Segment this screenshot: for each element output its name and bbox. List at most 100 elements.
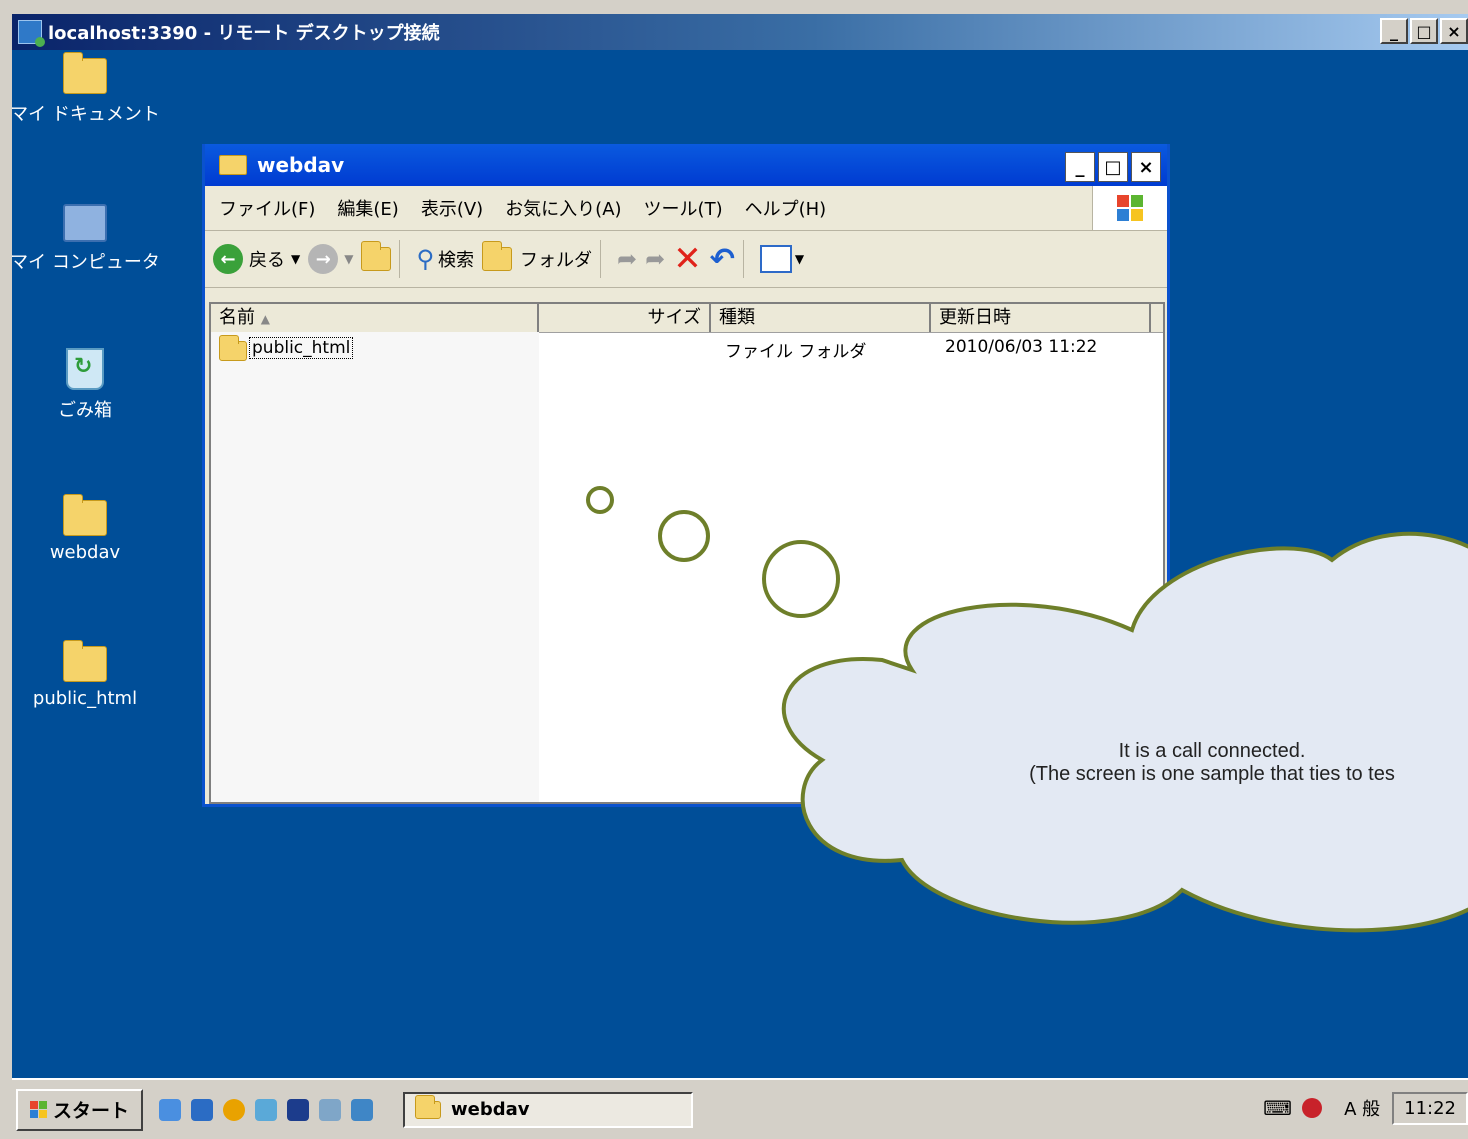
- computer-icon: [63, 204, 107, 242]
- column-header-name[interactable]: 名前 ▲: [211, 304, 539, 332]
- desktop-icon-label: ごみ箱: [58, 400, 112, 421]
- desktop-icon-label: public_html: [32, 688, 138, 709]
- taskbar: スタート webdav ⌨ A 般 11:22: [12, 1078, 1468, 1139]
- thought-bubble-small: [586, 486, 614, 514]
- rdp-title-text: localhost:3390 - リモート デスクトップ接続: [48, 23, 440, 44]
- network-icon[interactable]: [1302, 1098, 1323, 1118]
- desktop: マイ ドキュメント マイ コンピュータ ごみ箱 webdav public_ht…: [12, 50, 1468, 1078]
- explorer-close-button[interactable]: ×: [1131, 152, 1161, 182]
- folders-button[interactable]: フォルダ: [482, 241, 593, 272]
- folder-icon: [63, 640, 107, 682]
- toolbar: ← 戻る ▼ → ▼ ⚲ 検索 フォルダ ➦ ➦ ✕ ↶ ▼: [205, 231, 1167, 288]
- folder-icon: [219, 335, 247, 361]
- explorer-title-text: webdav: [257, 153, 345, 177]
- toolbar-separator: [399, 240, 401, 278]
- row-modified: 2010/06/03 11:22: [945, 337, 1098, 357]
- search-icon: ⚲: [416, 245, 435, 273]
- folders-button-label: フォルダ: [520, 250, 593, 271]
- desktop-icon-my-documents[interactable]: マイ ドキュメント: [12, 52, 160, 126]
- rdp-app-icon: [18, 20, 45, 47]
- desktop-icon-my-computer[interactable]: マイ コンピュータ: [12, 204, 160, 274]
- forward-arrow-icon: →: [308, 244, 339, 274]
- documents-folder-icon: [63, 52, 107, 94]
- start-button[interactable]: スタート: [16, 1088, 144, 1131]
- menu-view[interactable]: 表示(V): [421, 195, 483, 221]
- rdp-minimize-button[interactable]: _: [1380, 18, 1408, 44]
- undo-button[interactable]: ↶: [710, 242, 735, 277]
- column-header-size[interactable]: サイズ: [539, 304, 711, 332]
- quicklaunch-outlook-icon[interactable]: [287, 1098, 310, 1121]
- start-button-label: スタート: [53, 1100, 130, 1122]
- forward-button[interactable]: → ▼: [308, 244, 353, 274]
- copy-to-button[interactable]: ➦: [645, 245, 665, 273]
- copy-to-icon: ➦: [645, 245, 666, 273]
- folder-icon: [219, 155, 247, 175]
- explorer-title-bar[interactable]: webdav _ □ ×: [205, 144, 1167, 186]
- quicklaunch-app-icon[interactable]: [191, 1098, 214, 1121]
- explorer-maximize-button[interactable]: □: [1098, 152, 1128, 182]
- menu-tools[interactable]: ツール(T): [644, 195, 723, 221]
- folder-icon: [415, 1094, 442, 1119]
- explorer-minimize-button[interactable]: _: [1065, 152, 1095, 182]
- quicklaunch-ie-icon[interactable]: [159, 1098, 182, 1121]
- row-name: public_html: [249, 337, 354, 359]
- name-column-shading: [211, 332, 539, 802]
- folder-up-icon: [361, 241, 392, 271]
- rdp-title-bar[interactable]: localhost:3390 - リモート デスクトップ接続 _ □ ×: [12, 14, 1468, 50]
- search-button-label: 検索: [438, 250, 475, 271]
- quicklaunch-browser-icon[interactable]: [223, 1098, 246, 1121]
- up-folder-button[interactable]: [361, 241, 392, 271]
- back-button[interactable]: ← 戻る ▼: [213, 244, 300, 274]
- windows-logo-icon: [1092, 186, 1167, 230]
- delete-icon: ✕: [673, 239, 702, 279]
- menu-favorites[interactable]: お気に入り(A): [505, 195, 621, 221]
- list-header: 名前 ▲ サイズ 種類 更新日時: [211, 304, 1163, 333]
- column-header-modified[interactable]: 更新日時: [931, 304, 1151, 332]
- menu-help[interactable]: ヘルプ(H): [745, 195, 827, 221]
- toolbar-separator: [600, 240, 602, 278]
- rdp-close-button[interactable]: ×: [1440, 18, 1468, 44]
- keyboard-icon[interactable]: ⌨: [1263, 1096, 1292, 1120]
- sort-ascending-icon: ▲: [260, 312, 270, 326]
- callout-text: It is a call connected. (The screen is o…: [912, 740, 1468, 786]
- back-button-label: 戻る: [249, 250, 285, 271]
- system-tray: ⌨ A 般 11:22: [1263, 1088, 1468, 1128]
- chevron-down-icon: ▼: [344, 252, 354, 266]
- table-row[interactable]: public_html ファイル フォルダ 2010/06/03 11:22: [211, 333, 1163, 363]
- rdp-window: localhost:3390 - リモート デスクトップ接続 _ □ × マイ …: [0, 0, 1468, 1139]
- ime-indicator[interactable]: A 般: [1344, 1095, 1380, 1121]
- toolbar-separator: [742, 240, 744, 278]
- menu-file[interactable]: ファイル(F): [219, 195, 315, 221]
- folders-icon: [482, 241, 513, 271]
- move-to-button[interactable]: ➦: [617, 245, 637, 273]
- quicklaunch-tool-icon[interactable]: [351, 1098, 374, 1121]
- menu-bar: ファイル(F) 編集(E) 表示(V) お気に入り(A) ツール(T) ヘルプ(…: [205, 186, 1167, 231]
- recycle-bin-icon: [66, 348, 104, 390]
- menu-edit[interactable]: 編集(E): [337, 195, 398, 221]
- quicklaunch-desktop-icon[interactable]: [319, 1098, 342, 1121]
- taskbar-item-webdav[interactable]: webdav: [403, 1091, 694, 1128]
- views-button[interactable]: ▼: [759, 245, 805, 273]
- quicklaunch-mail-icon[interactable]: [255, 1098, 278, 1121]
- callout-line-1: It is a call connected.: [1118, 740, 1306, 762]
- undo-icon: ↶: [709, 241, 735, 277]
- desktop-icon-webdav[interactable]: webdav: [12, 494, 160, 563]
- chevron-down-icon: ▼: [291, 252, 301, 266]
- desktop-icon-public-html[interactable]: public_html: [12, 640, 160, 709]
- desktop-icon-recycle-bin[interactable]: ごみ箱: [12, 348, 160, 422]
- thought-bubble-medium: [658, 510, 710, 562]
- folder-icon: [63, 494, 107, 536]
- desktop-icon-label: webdav: [49, 542, 121, 563]
- row-type: ファイル フォルダ: [725, 342, 867, 362]
- callout-line-2: (The screen is one sample that ties to t…: [1029, 763, 1395, 785]
- move-to-icon: ➦: [617, 245, 638, 273]
- chevron-down-icon: ▼: [794, 252, 805, 266]
- desktop-icon-label: マイ ドキュメント: [12, 104, 160, 125]
- search-button[interactable]: ⚲ 検索: [416, 245, 474, 273]
- rdp-maximize-button[interactable]: □: [1410, 18, 1438, 44]
- delete-button[interactable]: ✕: [673, 239, 702, 279]
- taskbar-item-label: webdav: [451, 1099, 530, 1120]
- column-header-type[interactable]: 種類: [711, 304, 931, 332]
- windows-logo-icon: [30, 1101, 47, 1118]
- clock[interactable]: 11:22: [1392, 1091, 1468, 1125]
